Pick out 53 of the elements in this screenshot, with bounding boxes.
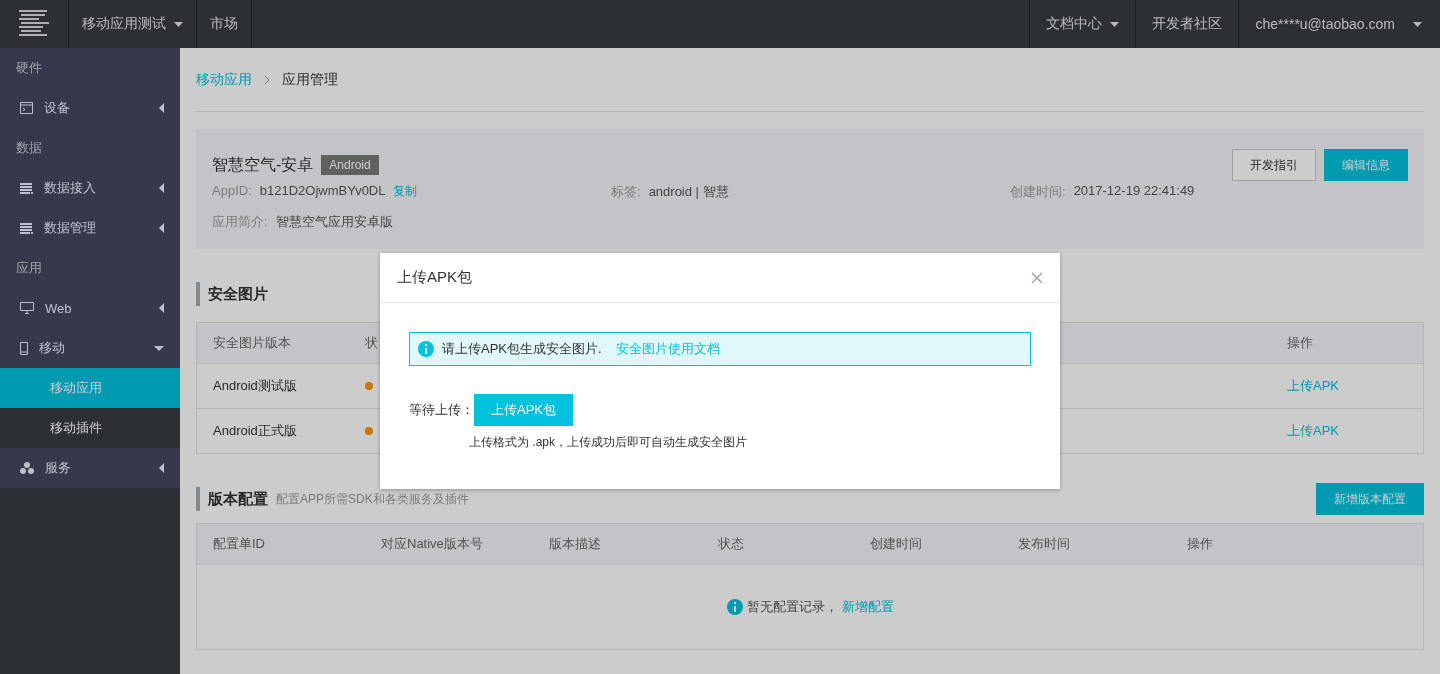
sidebar-group-title: 数据	[0, 128, 180, 168]
monitor-icon	[20, 302, 34, 314]
guide-button[interactable]: 开发指引	[1232, 149, 1316, 181]
column-header: 创建时间	[870, 535, 922, 553]
sidebar-item[interactable]: 服务	[0, 448, 180, 488]
sidebar-item[interactable]: 设备	[0, 88, 180, 128]
column-header: 操作	[1187, 535, 1213, 553]
field-value: 2017-12-19 22:41:49	[1073, 183, 1195, 200]
app-name: 智慧空气-安卓	[212, 154, 314, 175]
window-icon	[20, 102, 33, 114]
field-label: 标签:	[611, 183, 641, 201]
chevron-right-icon	[264, 74, 270, 85]
cluster-icon	[20, 462, 34, 474]
column-header: 状	[365, 334, 378, 352]
info-icon	[726, 599, 743, 615]
upload-label: 等待上传：	[409, 401, 474, 419]
status-dot	[365, 427, 373, 435]
sidebar-item[interactable]: 移动	[0, 328, 180, 368]
table-cell-text: Android正式版	[213, 422, 298, 440]
upload-hint: 上传格式为 .apk，上传成功后即可自动生成安全图片	[469, 434, 748, 451]
field-label: 创建时间:	[1010, 183, 1066, 201]
column-header: 版本描述	[549, 535, 601, 553]
field-label: 应用简介:	[212, 213, 268, 231]
phone-icon	[20, 341, 28, 355]
empty-message: 暂无配置记录，	[746, 598, 838, 616]
column-header: 发布时间	[1018, 535, 1070, 553]
column-header: 对应Native版本号	[381, 535, 483, 553]
sidebar-group-title: 应用	[0, 248, 180, 288]
section-title: 版本配置	[208, 489, 268, 509]
section-title: 安全图片	[208, 284, 268, 304]
database-icon	[20, 222, 33, 234]
database-icon	[20, 182, 33, 194]
dialog-title: 上传APK包	[397, 268, 472, 287]
platform-badge: Android	[321, 155, 379, 175]
status-dot	[365, 382, 373, 390]
breadcrumb-current: 应用管理	[282, 70, 338, 89]
info-icon	[418, 341, 434, 357]
sidebar-item[interactable]: 数据管理	[0, 208, 180, 248]
notice-text: 请上传APK包生成安全图片.	[442, 340, 602, 358]
column-header: 操作	[1287, 334, 1313, 352]
sidebar-item[interactable]: Web	[0, 288, 180, 328]
column-header: 状态	[718, 535, 744, 553]
field-value: android | 智慧	[648, 183, 729, 201]
sidebar-item[interactable]: 数据接入	[0, 168, 180, 208]
field-label: AppID:	[212, 183, 252, 200]
column-header: 安全图片版本	[213, 334, 291, 352]
field-value: 智慧空气应用安卓版	[275, 213, 393, 231]
field-value: b121D2OjwmBYv0DL	[259, 183, 386, 200]
close-button[interactable]	[1031, 271, 1043, 284]
table-cell-text: Android测试版	[213, 377, 298, 395]
sidebar-group-title: 硬件	[0, 48, 180, 88]
column-header: 配置单ID	[213, 535, 265, 553]
section-subtitle: 配置APP所需SDK和各类服务及插件	[276, 490, 469, 508]
